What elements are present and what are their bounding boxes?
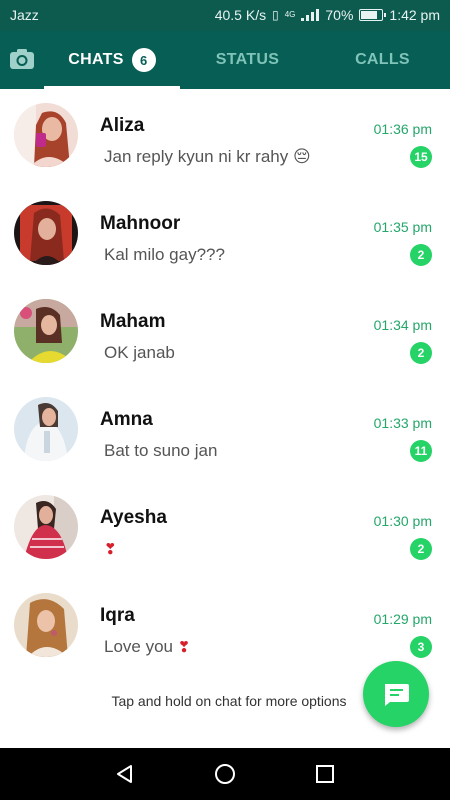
avatar[interactable] [14,593,78,657]
home-icon [215,764,235,784]
chat-row-aliza[interactable]: Aliza Jan reply kyun ni kr rahy 😔 01:36 … [0,89,450,187]
chat-name: Ayesha [100,507,167,528]
chat-last-message: OK janab [104,343,175,362]
network-type: 4G [284,10,296,19]
chat-last-message: Kal milo gay??? [104,245,225,264]
avatar[interactable] [14,103,78,167]
unread-count-badge: 2 [410,342,432,364]
avatar[interactable] [14,397,78,461]
chat-row-ayesha[interactable]: Ayesha ❣ 01:30 pm 2 [0,481,450,579]
chat-time: 01:30 pm [373,513,432,529]
unread-count-badge: 2 [410,538,432,560]
back-icon [117,765,132,783]
avatar[interactable] [14,201,78,265]
chat-row-amna[interactable]: Amna Bat to suno jan 01:33 pm 11 [0,383,450,481]
tab-status-label: STATUS [215,51,280,68]
unread-count-badge: 3 [410,636,432,658]
status-icons: 40.5 K/s ▯ 4G 70% 1:42 pm [215,7,440,23]
chat-name: Maham [100,311,166,332]
back-button[interactable] [111,760,139,788]
tab-chats-label: CHATS [68,51,124,68]
chat-time: 01:29 pm [373,611,432,627]
camera-icon [10,49,34,69]
status-bar: Jazz 40.5 K/s ▯ 4G 70% 1:42 pm [0,0,450,31]
battery-percent: 70% [325,7,354,23]
chat-time: 01:33 pm [373,415,432,431]
chat-last-message-text: Love you [104,637,173,656]
chat-last-message: Bat to suno jan [104,441,218,460]
signal-icon [301,9,320,21]
carrier-name: Jazz [10,7,39,23]
battery-icon [359,9,387,21]
chat-name: Aliza [100,115,145,136]
chat-last-message: Jan reply kyun ni kr rahy 😔 [104,147,311,166]
new-chat-button[interactable] [363,661,429,727]
heart-exclamation-icon: ❣ [177,639,191,656]
camera-button[interactable] [8,45,36,73]
chat-time: 01:36 pm [373,121,432,137]
chat-time: 01:35 pm [373,219,432,235]
new-chat-icon [385,684,409,706]
tab-bar: CHATS 6 STATUS CALLS [0,31,450,89]
avatar[interactable] [14,495,78,559]
home-button[interactable] [211,760,239,788]
recents-button[interactable] [311,760,339,788]
chats-unread-badge: 6 [131,48,156,72]
tab-calls-label: CALLS [355,51,410,68]
chat-time: 01:34 pm [373,317,432,333]
avatar[interactable] [14,299,78,363]
chat-name: Mahnoor [100,213,181,234]
clock: 1:42 pm [389,7,440,23]
chat-row-mahnoor[interactable]: Mahnoor Kal milo gay??? 01:35 pm 2 [0,187,450,285]
chat-last-message: Love you ❣ [104,637,190,657]
chat-name: Iqra [100,605,135,626]
unread-count-badge: 2 [410,244,432,266]
tab-status[interactable]: STATUS [180,31,315,89]
chat-row-iqra[interactable]: Iqra Love you ❣ 01:29 pm 3 [0,579,450,677]
heart-exclamation-icon: ❣ [104,541,117,558]
vibrate-icon: ▯ [272,8,279,22]
chat-list: Aliza Jan reply kyun ni kr rahy 😔 01:36 … [0,89,450,677]
tab-calls[interactable]: CALLS [315,31,450,89]
chat-last-message: ❣ [104,539,117,559]
unread-count-badge: 15 [410,146,432,168]
unread-count-badge: 11 [410,440,432,462]
system-nav-bar [0,748,450,800]
tab-chats[interactable]: CHATS 6 [44,31,180,89]
recents-icon [316,765,334,783]
chat-name: Amna [100,409,153,430]
network-speed: 40.5 K/s [214,7,267,23]
chat-row-maham[interactable]: Maham OK janab 01:34 pm 2 [0,285,450,383]
